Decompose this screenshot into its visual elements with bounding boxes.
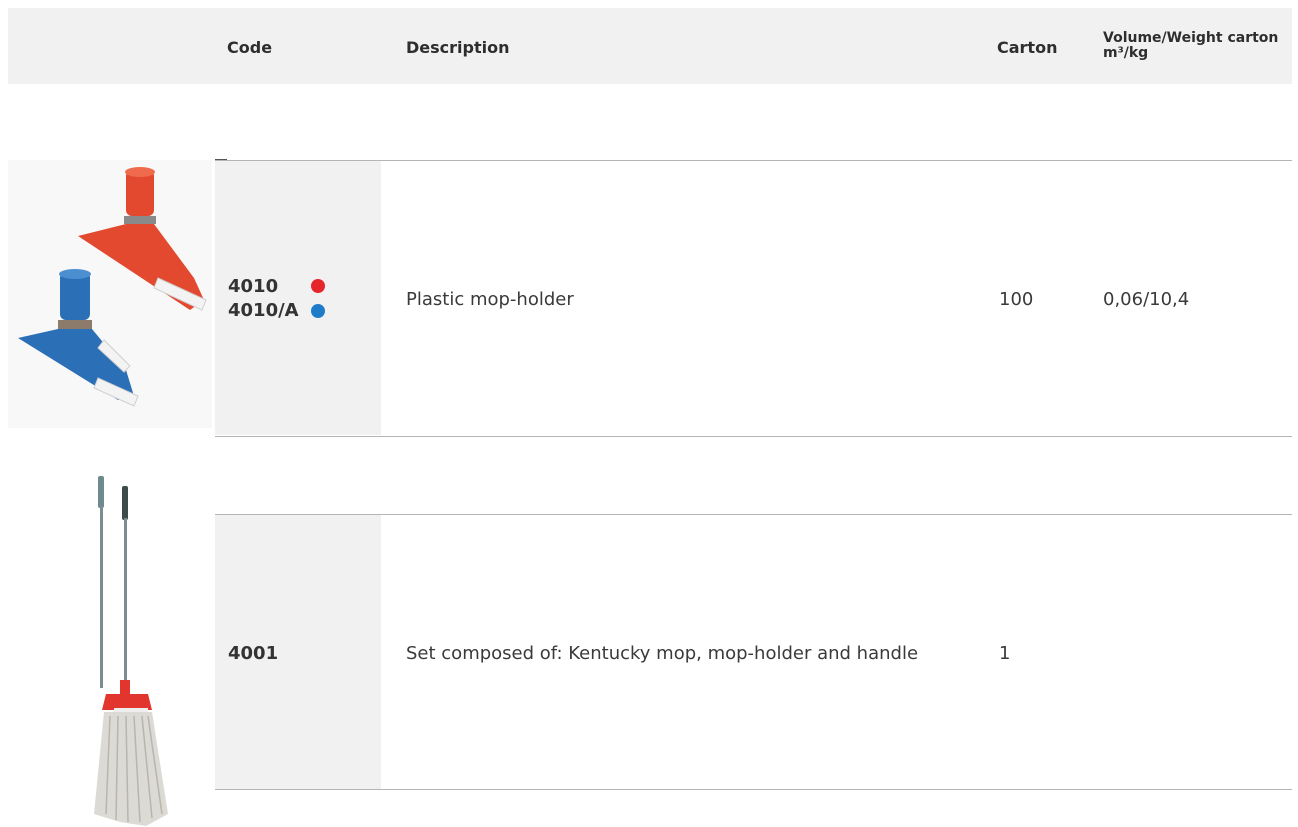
- kentucky-mop-set-image: [94, 476, 168, 826]
- table-header: [8, 8, 1292, 84]
- header-volume-weight: Volume/Weight carton m³/kg: [1103, 31, 1278, 61]
- code-label: 4001: [228, 643, 279, 664]
- code-label: 4010/A: [228, 300, 299, 321]
- carton-value: 100: [999, 289, 1034, 310]
- header-carton: Carton: [997, 38, 1058, 57]
- volume-weight-value: 0,06/10,4: [1103, 289, 1190, 310]
- code-cell: [215, 161, 381, 435]
- header-code: Code: [227, 38, 273, 57]
- code-label: 4010: [228, 276, 279, 297]
- description-text: Plastic mop-holder: [406, 289, 574, 310]
- red-color-dot: [311, 279, 325, 293]
- mop-holder-image: [8, 160, 212, 428]
- header-volume-line2: m³/kg: [1103, 45, 1149, 61]
- blue-color-dot: [311, 304, 325, 318]
- row-divider: [215, 436, 1292, 437]
- header-volume-line1: Volume/Weight carton: [1103, 30, 1279, 46]
- row-divider: [215, 789, 1292, 790]
- header-description: Description: [406, 38, 510, 57]
- carton-value: 1: [999, 643, 1011, 664]
- description-text: Set composed of: Kentucky mop, mop-holde…: [406, 643, 919, 664]
